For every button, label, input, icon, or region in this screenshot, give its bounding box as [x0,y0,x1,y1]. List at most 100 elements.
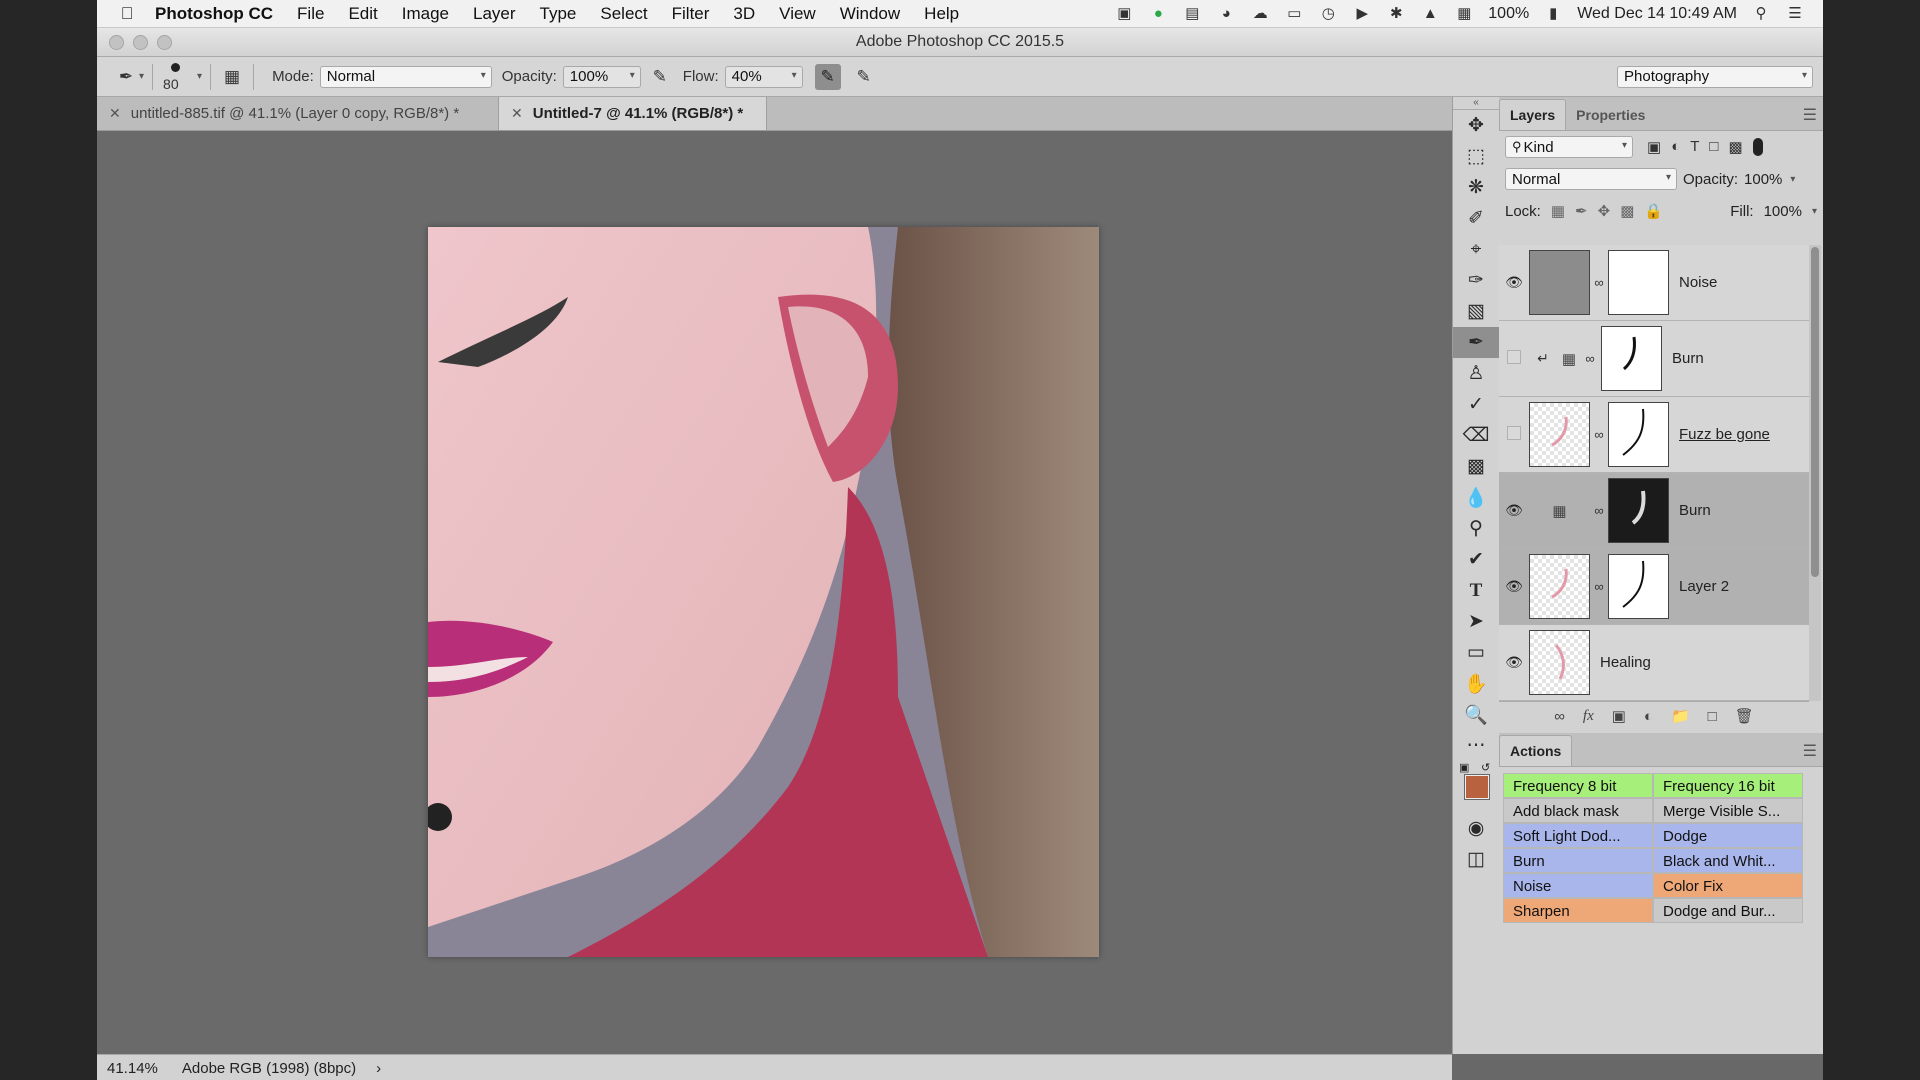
link-icon[interactable]: ∞ [1590,579,1608,594]
layers-scrollbar[interactable] [1809,245,1821,701]
opacity-field[interactable]: 100% ▾ [562,65,641,88]
action-button[interactable]: Dodge and Bur... [1653,898,1803,923]
tab-properties[interactable]: Properties [1566,100,1655,130]
eye-icon[interactable]: 👁 [1499,654,1529,671]
bluetooth-icon[interactable]: ✱ [1386,5,1406,22]
chevron-right-icon[interactable]: › [366,1060,391,1077]
shape-layer-filter-icon[interactable]: □ [1709,138,1718,156]
volume-icon[interactable]: ▶ [1352,5,1372,22]
collapse-toolbox-icon[interactable]: « [1453,97,1499,110]
brush-size-picker[interactable]: 80 [161,59,197,95]
lock-transparent-icon[interactable]: ▦ [1551,202,1565,220]
tab-untitled-7[interactable]: ✕ Untitled-7 @ 41.1% (RGB/8*) * [499,97,767,130]
layer-row[interactable]: 👁 ∞ Layer 2 [1499,549,1809,625]
action-button[interactable]: Noise [1503,873,1653,898]
spotlight-search-icon[interactable]: ⚲ [1751,5,1771,22]
layer-row[interactable]: 👁 ∞ Noise [1499,245,1809,321]
action-button[interactable]: Color Fix [1653,873,1803,898]
layer-name[interactable]: Layer 2 [1679,578,1729,595]
layer-mask-thumbnail[interactable] [1608,250,1669,315]
action-button[interactable]: Dodge [1653,823,1803,848]
blend-mode-select[interactable]: Normal ▾ [1505,168,1677,190]
layer-opacity-value[interactable]: 100% [1744,171,1782,188]
airplay-icon[interactable]: ▭ [1284,5,1304,22]
new-group-icon[interactable]: 📁 [1671,707,1690,725]
brush-tool-preset-icon[interactable]: ✒ [113,64,139,90]
mode-select[interactable]: Normal ▾ [319,65,492,88]
panel-menu-icon[interactable]: ☰ [1803,105,1817,125]
link-icon[interactable]: ∞ [1590,275,1608,290]
visibility-toggle[interactable] [1499,350,1529,367]
pressure-size-icon[interactable]: ✎ [851,64,877,90]
default-colors-icon[interactable]: ▣ [1459,761,1469,774]
link-icon[interactable]: ∞ [1581,351,1599,366]
healing-brush-tool-icon[interactable]: ▧ [1453,296,1499,327]
airbrush-icon[interactable]: ✎ [814,63,841,90]
chevron-down-icon[interactable]: ▾ [1812,206,1817,217]
chevron-down-icon[interactable]: ▾ [197,71,202,82]
quick-mask-icon[interactable]: ◉ [1453,813,1499,844]
new-adjustment-layer-icon[interactable]: ◐ [1644,708,1653,725]
hand-tool-icon[interactable]: ✋ [1453,668,1499,699]
trash-icon[interactable]: 🗑 [1735,707,1754,725]
close-icon[interactable]: ✕ [511,105,523,122]
chevron-down-icon[interactable]: ▾ [630,70,635,81]
history-brush-tool-icon[interactable]: ✓ [1453,389,1499,420]
action-button[interactable]: Black and Whit... [1653,848,1803,873]
dodge-tool-icon[interactable]: ⚲ [1453,513,1499,544]
chevron-down-icon[interactable]: ▾ [792,70,797,81]
brush-panel-toggle-icon[interactable]: ▦ [219,64,245,90]
cloud-icon[interactable]: ☁ [1250,5,1270,22]
visibility-toggle[interactable] [1499,426,1529,443]
smart-object-filter-icon[interactable]: ▩ [1728,138,1742,156]
lock-pixels-icon[interactable]: ✒ [1575,202,1588,220]
pixel-layer-filter-icon[interactable]: ▣ [1647,138,1661,156]
blur-tool-icon[interactable]: 💧 [1453,482,1499,513]
layer-name[interactable]: Fuzz be gone [1679,426,1770,443]
fill-value[interactable]: 100% [1764,203,1802,220]
quick-selection-tool-icon[interactable]: ✐ [1453,203,1499,234]
link-layers-icon[interactable]: ∞ [1554,708,1565,725]
eraser-tool-icon[interactable]: ⌫ [1453,420,1499,451]
layer-row[interactable]: ↵ ▦ ∞ Burn [1499,321,1809,397]
link-icon[interactable]: ∞ [1590,503,1608,518]
action-button[interactable]: Add black mask [1503,798,1653,823]
layer-name[interactable]: Healing [1600,654,1651,671]
layer-mask-thumbnail[interactable] [1608,402,1669,467]
menu-app-name[interactable]: Photoshop CC [143,4,285,24]
wifi-icon[interactable]: ▲ [1420,5,1440,22]
sync-icon[interactable]: ● [1148,5,1168,22]
scrollbar-thumb[interactable] [1811,247,1819,577]
panel-menu-icon[interactable]: ☰ [1803,741,1817,761]
notification-center-icon[interactable]: ☰ [1785,5,1805,22]
menu-view[interactable]: View [767,4,828,24]
adjustment-layer-filter-icon[interactable]: ◐ [1671,138,1680,156]
flow-field[interactable]: 40% ▾ [724,65,803,88]
screen-mode-icon[interactable]: ◫ [1453,844,1499,875]
menu-select[interactable]: Select [588,4,659,24]
layer-row[interactable]: ∞ Fuzz be gone [1499,397,1809,473]
display-icon[interactable]: ▤ [1182,5,1202,22]
pen-tool-icon[interactable]: ✔ [1453,544,1499,575]
chevron-down-icon[interactable]: ▾ [1790,174,1795,185]
document-image[interactable] [428,227,1099,957]
layer-row[interactable]: 👁 Healing [1499,625,1809,701]
swap-colors-icon[interactable]: ↺ [1481,761,1490,774]
apple-icon[interactable]:  [111,4,143,24]
menu-help[interactable]: Help [912,4,971,24]
new-layer-icon[interactable]: □ [1708,708,1717,725]
foreground-color-swatch[interactable] [1465,775,1489,799]
path-selection-tool-icon[interactable]: ➤ [1453,606,1499,637]
tab-layers[interactable]: Layers [1499,99,1567,130]
crop-tool-icon[interactable]: ⌖ [1453,234,1499,265]
pressure-opacity-icon[interactable]: ✎ [647,64,673,90]
menu-filter[interactable]: Filter [660,4,722,24]
action-button[interactable]: Burn [1503,848,1653,873]
keyboard-icon[interactable]: ▦ [1454,5,1474,22]
menu-window[interactable]: Window [828,4,912,24]
type-layer-filter-icon[interactable]: T [1690,138,1699,156]
minimize-window-button[interactable] [133,35,148,50]
lock-artboard-icon[interactable]: ▩ [1620,202,1634,220]
menu-file[interactable]: File [285,4,336,24]
menu-image[interactable]: Image [390,4,461,24]
